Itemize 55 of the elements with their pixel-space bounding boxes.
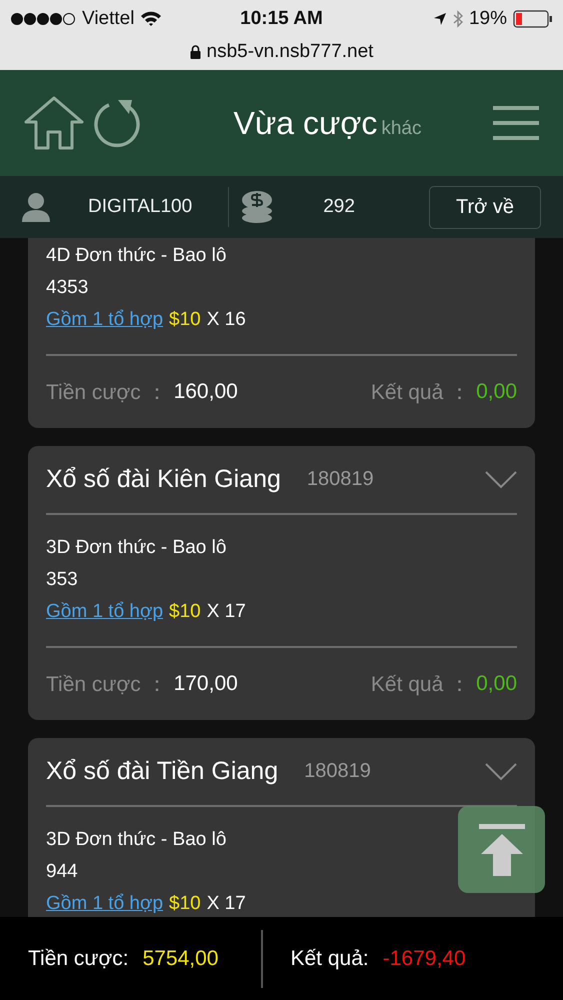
username: DIGITAL100	[88, 196, 192, 218]
lock-icon	[190, 45, 201, 59]
location-arrow-icon	[432, 12, 447, 26]
wifi-icon	[140, 11, 162, 27]
stake-label: Tiền cược ：	[46, 672, 168, 698]
combination-link[interactable]: Gồm 1 tổ hợp	[46, 309, 164, 331]
refresh-icon[interactable]	[92, 98, 142, 148]
scroll-top-button[interactable]	[458, 806, 545, 893]
unit-price: $10	[169, 601, 201, 623]
total-result-label: Kết quả:	[290, 946, 369, 970]
coins-icon	[241, 190, 274, 224]
carrier-name: Viettel	[82, 8, 134, 30]
bet-numbers: 4353	[46, 277, 88, 299]
bet-numbers: 944	[46, 861, 78, 883]
home-icon[interactable]	[24, 96, 84, 150]
result-label: Kết quả ：	[370, 380, 470, 406]
total-stake-label: Tiền cược:	[28, 946, 129, 970]
clock-time: 10:15 AM	[240, 8, 323, 30]
combination-link[interactable]: Gồm 1 tổ hợp	[46, 601, 164, 623]
result-amount: 0,00	[476, 380, 517, 404]
combination-link[interactable]: Gồm 1 tổ hợp	[46, 893, 164, 915]
bet-type: 3D Đơn thức - Bao lô	[46, 537, 226, 559]
unit-price: $10	[169, 309, 201, 331]
lottery-name: Xổ số đài Tiền Giang	[46, 757, 278, 786]
battery-icon	[513, 10, 553, 28]
bet-type: 3D Đơn thức - Bao lô	[46, 829, 226, 851]
total-result: -1679,40	[382, 946, 466, 970]
result-label: Kết quả ：	[370, 672, 470, 698]
page-url: nsb5-vn.nsb777.net	[206, 41, 374, 63]
bet-type: 4D Đơn thức - Bao lô	[46, 245, 226, 267]
signal-icon	[10, 12, 76, 26]
page-subtitle: khác	[381, 118, 422, 140]
chevron-down-icon[interactable]	[485, 470, 517, 488]
stake-label: Tiền cược ：	[46, 380, 168, 406]
menu-icon[interactable]	[493, 105, 539, 141]
page-title: Vừa cược	[234, 104, 378, 142]
draw-date: 180819	[304, 760, 371, 783]
chevron-down-icon[interactable]	[485, 762, 517, 780]
lottery-name: Xổ số đài Kiên Giang	[46, 465, 281, 494]
battery-percent: 19%	[468, 8, 507, 30]
back-button[interactable]: Trở về	[429, 186, 541, 228]
bluetooth-icon	[452, 10, 463, 28]
draw-date: 180819	[306, 468, 374, 491]
multiplier: X 17	[206, 601, 246, 623]
result-amount: 0,00	[476, 672, 517, 696]
arrow-up-to-line-icon	[478, 824, 524, 876]
bet-numbers: 353	[46, 569, 78, 591]
unit-price: $10	[169, 893, 201, 915]
total-stake: 5754,00	[142, 946, 218, 970]
multiplier: X 17	[206, 893, 246, 915]
coin-balance: 292	[323, 196, 355, 218]
user-icon	[22, 192, 50, 222]
stake-amount: 170,00	[174, 672, 238, 696]
multiplier: X 16	[206, 309, 246, 331]
stake-amount: 160,00	[174, 380, 238, 404]
